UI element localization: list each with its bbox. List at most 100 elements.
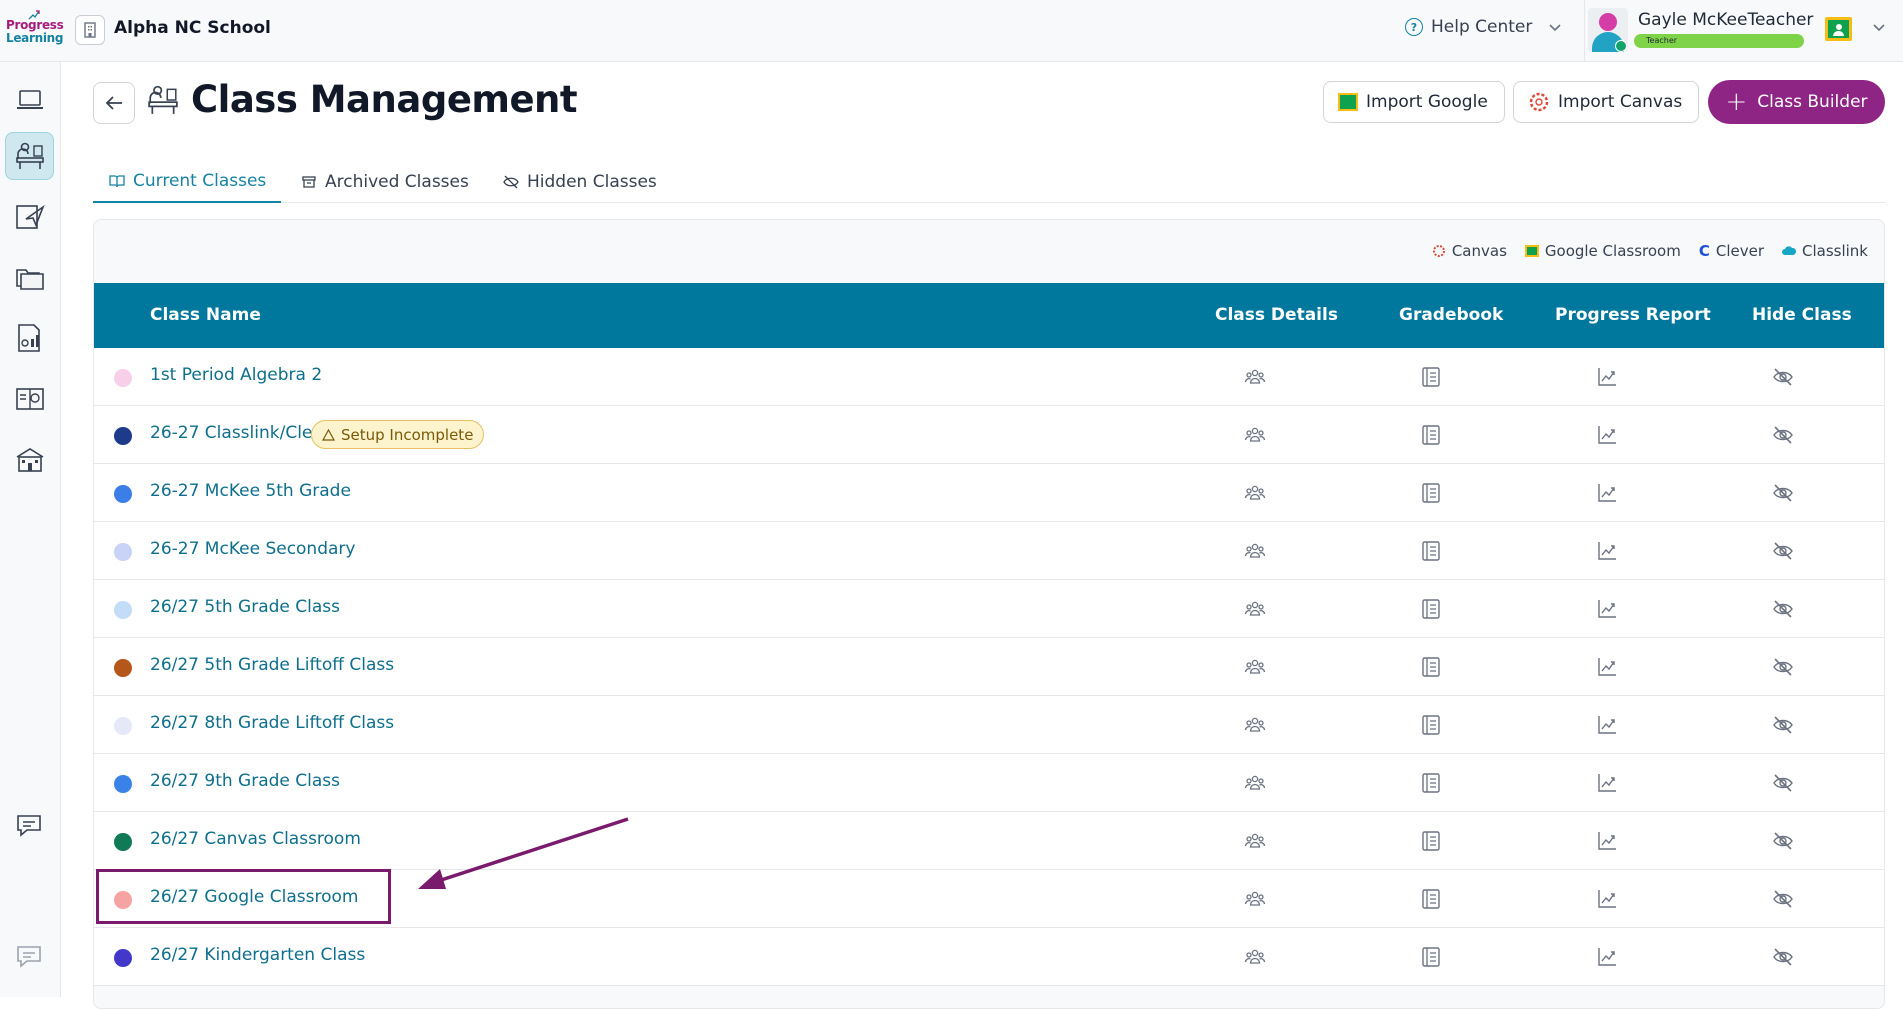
help-center-menu[interactable]: ? Help Center (1405, 17, 1562, 37)
progress-report-icon[interactable] (1595, 365, 1619, 389)
class-details-icon[interactable] (1243, 829, 1267, 853)
hide-class-icon[interactable] (1771, 539, 1795, 563)
user-name[interactable]: Gayle McKeeTeacher (1638, 10, 1813, 30)
import-canvas-button[interactable]: Import Canvas (1513, 81, 1699, 123)
gradebook-icon[interactable] (1419, 713, 1443, 737)
progress-report-icon[interactable] (1595, 829, 1619, 853)
class-details-icon[interactable] (1243, 481, 1267, 505)
gradebook-icon[interactable] (1419, 365, 1443, 389)
hide-class-icon[interactable] (1771, 423, 1795, 447)
school-building-icon[interactable] (75, 15, 105, 45)
arrow-left-icon (105, 96, 122, 110)
progress-report-icon[interactable] (1595, 713, 1619, 737)
google-classroom-icon (1338, 93, 1358, 111)
hide-class-icon[interactable] (1771, 829, 1795, 853)
sidebar-item-dashboard[interactable] (5, 76, 54, 124)
gradebook-icon[interactable] (1419, 423, 1443, 447)
table-row: 26-27 McKee Secondary (94, 522, 1884, 580)
book-open-icon (109, 174, 125, 187)
tab-current-classes[interactable]: Current Classes (93, 160, 281, 203)
gradebook-icon[interactable] (1419, 655, 1443, 679)
class-details-icon[interactable] (1243, 713, 1267, 737)
column-class-details: Class Details (1215, 305, 1338, 325)
class-name-link[interactable]: 1st Period Algebra 2 (150, 365, 322, 385)
school-name[interactable]: Alpha NC School (114, 18, 271, 38)
tab-hidden-classes[interactable]: Hidden Classes (503, 160, 657, 203)
progress-report-icon[interactable] (1595, 771, 1619, 795)
class-name-link[interactable]: 26/27 Canvas Classroom (150, 829, 361, 849)
progress-report-icon[interactable] (1595, 887, 1619, 911)
class-builder-button[interactable]: + Class Builder (1708, 80, 1885, 124)
table-header: Class Name Class Details Gradebook Progr… (94, 283, 1884, 348)
table-row: 26/27 Kindergarten Class (94, 928, 1884, 986)
gradebook-icon[interactable] (1419, 539, 1443, 563)
class-name-link[interactable]: 26-27 McKee 5th Grade (150, 481, 351, 501)
table-row: 26/27 5th Grade Liftoff Class (94, 638, 1884, 696)
class-details-icon[interactable] (1243, 423, 1267, 447)
gradebook-icon[interactable] (1419, 481, 1443, 505)
legend-canvas: Canvas (1432, 242, 1507, 260)
class-color-dot (114, 659, 132, 677)
class-details-icon[interactable] (1243, 887, 1267, 911)
sidebar-item-feedback[interactable] (5, 802, 54, 850)
progress-report-icon[interactable] (1595, 481, 1619, 505)
gradebook-icon[interactable] (1419, 829, 1443, 853)
table-row: 26/27 5th Grade Class (94, 580, 1884, 638)
class-name-link[interactable]: 26/27 Kindergarten Class (150, 945, 365, 965)
gradebook-icon[interactable] (1419, 771, 1443, 795)
warning-icon (322, 428, 335, 441)
sidebar-item-messages[interactable] (5, 933, 54, 981)
sidebar-item-class-management[interactable] (5, 132, 54, 180)
progress-report-icon[interactable] (1595, 945, 1619, 969)
class-name-link[interactable]: 26/27 9th Grade Class (150, 771, 340, 791)
classlink-cloud-icon (1782, 246, 1796, 255)
gradebook-icon[interactable] (1419, 597, 1443, 621)
class-details-icon[interactable] (1243, 655, 1267, 679)
status-badge: Setup Incomplete (311, 420, 485, 449)
class-name-link[interactable]: 26/27 5th Grade Class (150, 597, 340, 617)
class-details-icon[interactable] (1243, 597, 1267, 621)
gradebook-icon[interactable] (1419, 887, 1443, 911)
user-menu-chevron-icon[interactable] (1872, 22, 1886, 32)
class-builder-label: Class Builder (1757, 92, 1868, 112)
class-details-icon[interactable] (1243, 539, 1267, 563)
class-name-link[interactable]: 26/27 5th Grade Liftoff Class (150, 655, 394, 675)
sidebar-item-resources[interactable] (5, 253, 54, 301)
table-row: 26/27 8th Grade Liftoff Class (94, 696, 1884, 754)
progress-learning-logo[interactable]: Progress Learning (6, 10, 64, 52)
hide-class-icon[interactable] (1771, 365, 1795, 389)
hide-class-icon[interactable] (1771, 887, 1795, 911)
page-title: Class Management (191, 78, 578, 121)
hide-class-icon[interactable] (1771, 771, 1795, 795)
sidebar-item-assignments[interactable] (5, 192, 54, 240)
hide-class-icon[interactable] (1771, 945, 1795, 969)
class-details-icon[interactable] (1243, 771, 1267, 795)
progress-report-icon[interactable] (1595, 597, 1619, 621)
logo-spark-icon (28, 10, 40, 20)
legend-google-classroom: Google Classroom (1524, 242, 1681, 260)
sidebar-item-school[interactable] (5, 435, 54, 483)
annotation-highlight-box (96, 869, 391, 924)
sidebar-item-assessments[interactable] (5, 374, 54, 422)
back-button[interactable] (93, 82, 135, 124)
class-color-dot (114, 485, 132, 503)
avatar[interactable] (1588, 8, 1628, 52)
tab-archived-classes[interactable]: Archived Classes (301, 160, 469, 203)
online-check-icon (1615, 40, 1627, 52)
progress-report-icon[interactable] (1595, 423, 1619, 447)
gradebook-icon[interactable] (1419, 945, 1443, 969)
column-class-name[interactable]: Class Name (150, 305, 261, 325)
hide-class-icon[interactable] (1771, 481, 1795, 505)
hide-class-icon[interactable] (1771, 713, 1795, 737)
progress-report-icon[interactable] (1595, 655, 1619, 679)
class-details-icon[interactable] (1243, 945, 1267, 969)
sidebar-item-reports[interactable] (5, 314, 54, 362)
class-details-icon[interactable] (1243, 365, 1267, 389)
class-name-link[interactable]: 26-27 McKee Secondary (150, 539, 355, 559)
class-name-link[interactable]: 26/27 8th Grade Liftoff Class (150, 713, 394, 733)
school-icon (16, 448, 43, 472)
progress-report-icon[interactable] (1595, 539, 1619, 563)
hide-class-icon[interactable] (1771, 597, 1795, 621)
import-google-button[interactable]: Import Google (1323, 81, 1505, 123)
hide-class-icon[interactable] (1771, 655, 1795, 679)
